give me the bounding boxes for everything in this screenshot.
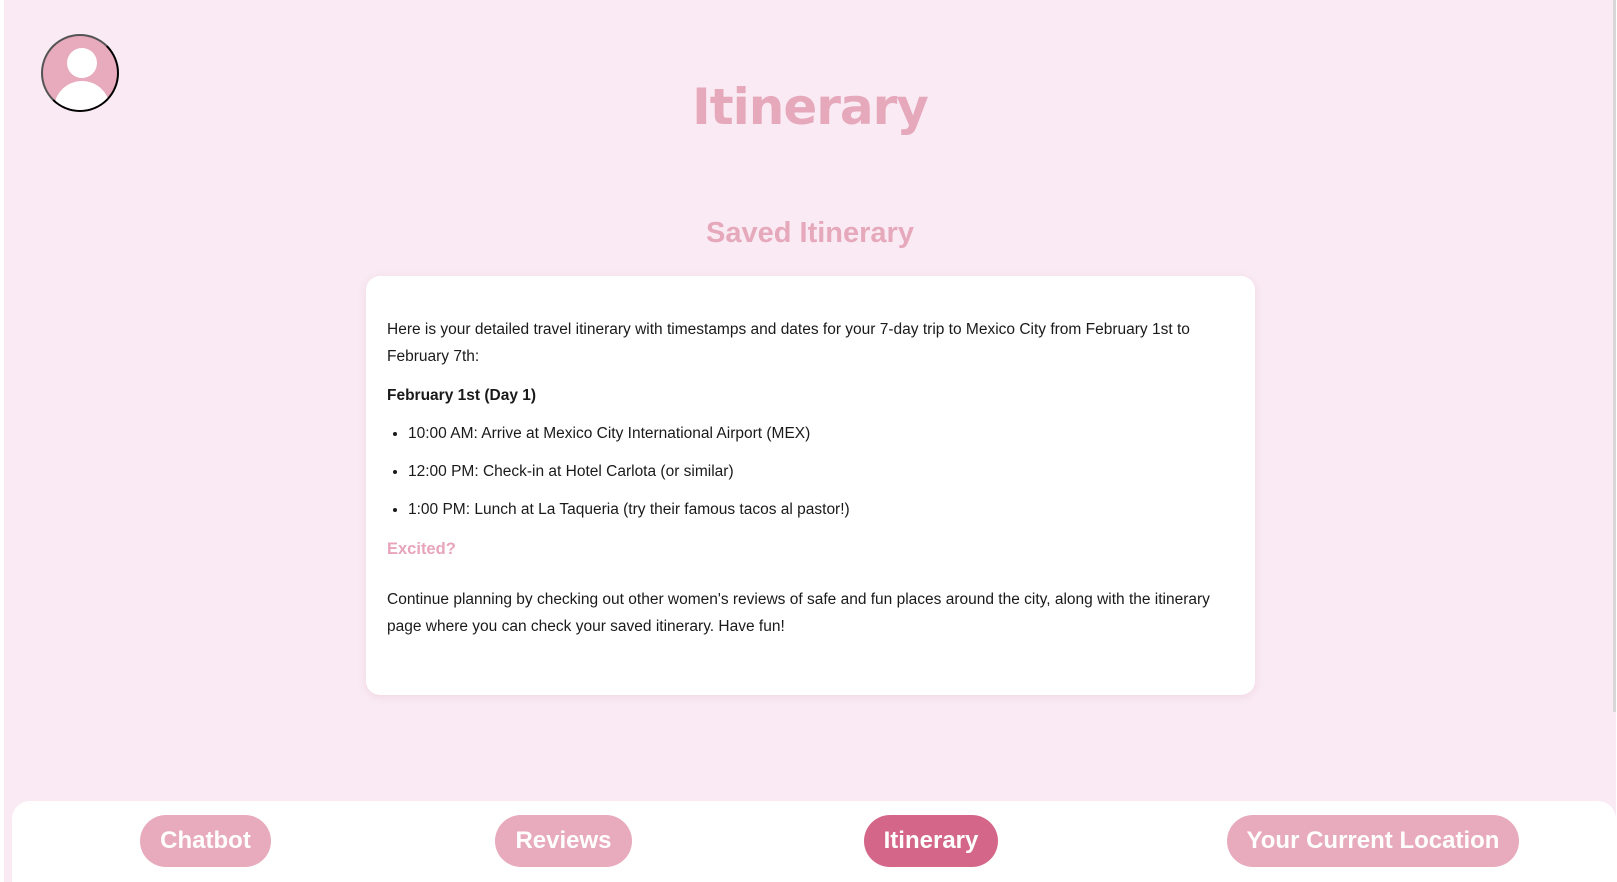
- current-location-nav-button[interactable]: Your Current Location: [1227, 815, 1519, 867]
- page-title: Itinerary: [692, 77, 929, 136]
- avatar-head-icon: [67, 48, 97, 78]
- activity-list: 10:00 AM: Arrive at Mexico City Internat…: [387, 425, 1235, 519]
- itinerary-nav-button[interactable]: Itinerary: [864, 815, 998, 867]
- excited-heading: Excited?: [387, 540, 456, 558]
- activity-item: 12:00 PM: Check-in at Hotel Carlota (or …: [408, 463, 1235, 481]
- reviews-nav-button[interactable]: Reviews: [495, 815, 632, 867]
- bottom-navigation: Chatbot Reviews Itinerary Your Current L…: [12, 801, 1616, 882]
- chatbot-nav-button[interactable]: Chatbot: [140, 815, 271, 867]
- itinerary-intro: Here is your detailed travel itinerary w…: [387, 321, 1190, 365]
- itinerary-card: Here is your detailed travel itinerary w…: [366, 276, 1255, 695]
- page-background: Itinerary Saved Itinerary Here is your d…: [4, 0, 1616, 882]
- closing-message: Continue planning by checking out other …: [387, 591, 1210, 635]
- activity-item: 10:00 AM: Arrive at Mexico City Internat…: [408, 425, 1235, 443]
- saved-itinerary-title: Saved Itinerary: [706, 217, 914, 250]
- activity-item: 1:00 PM: Lunch at La Taqueria (try their…: [408, 501, 1235, 519]
- day-title: February 1st (Day 1): [387, 387, 537, 404]
